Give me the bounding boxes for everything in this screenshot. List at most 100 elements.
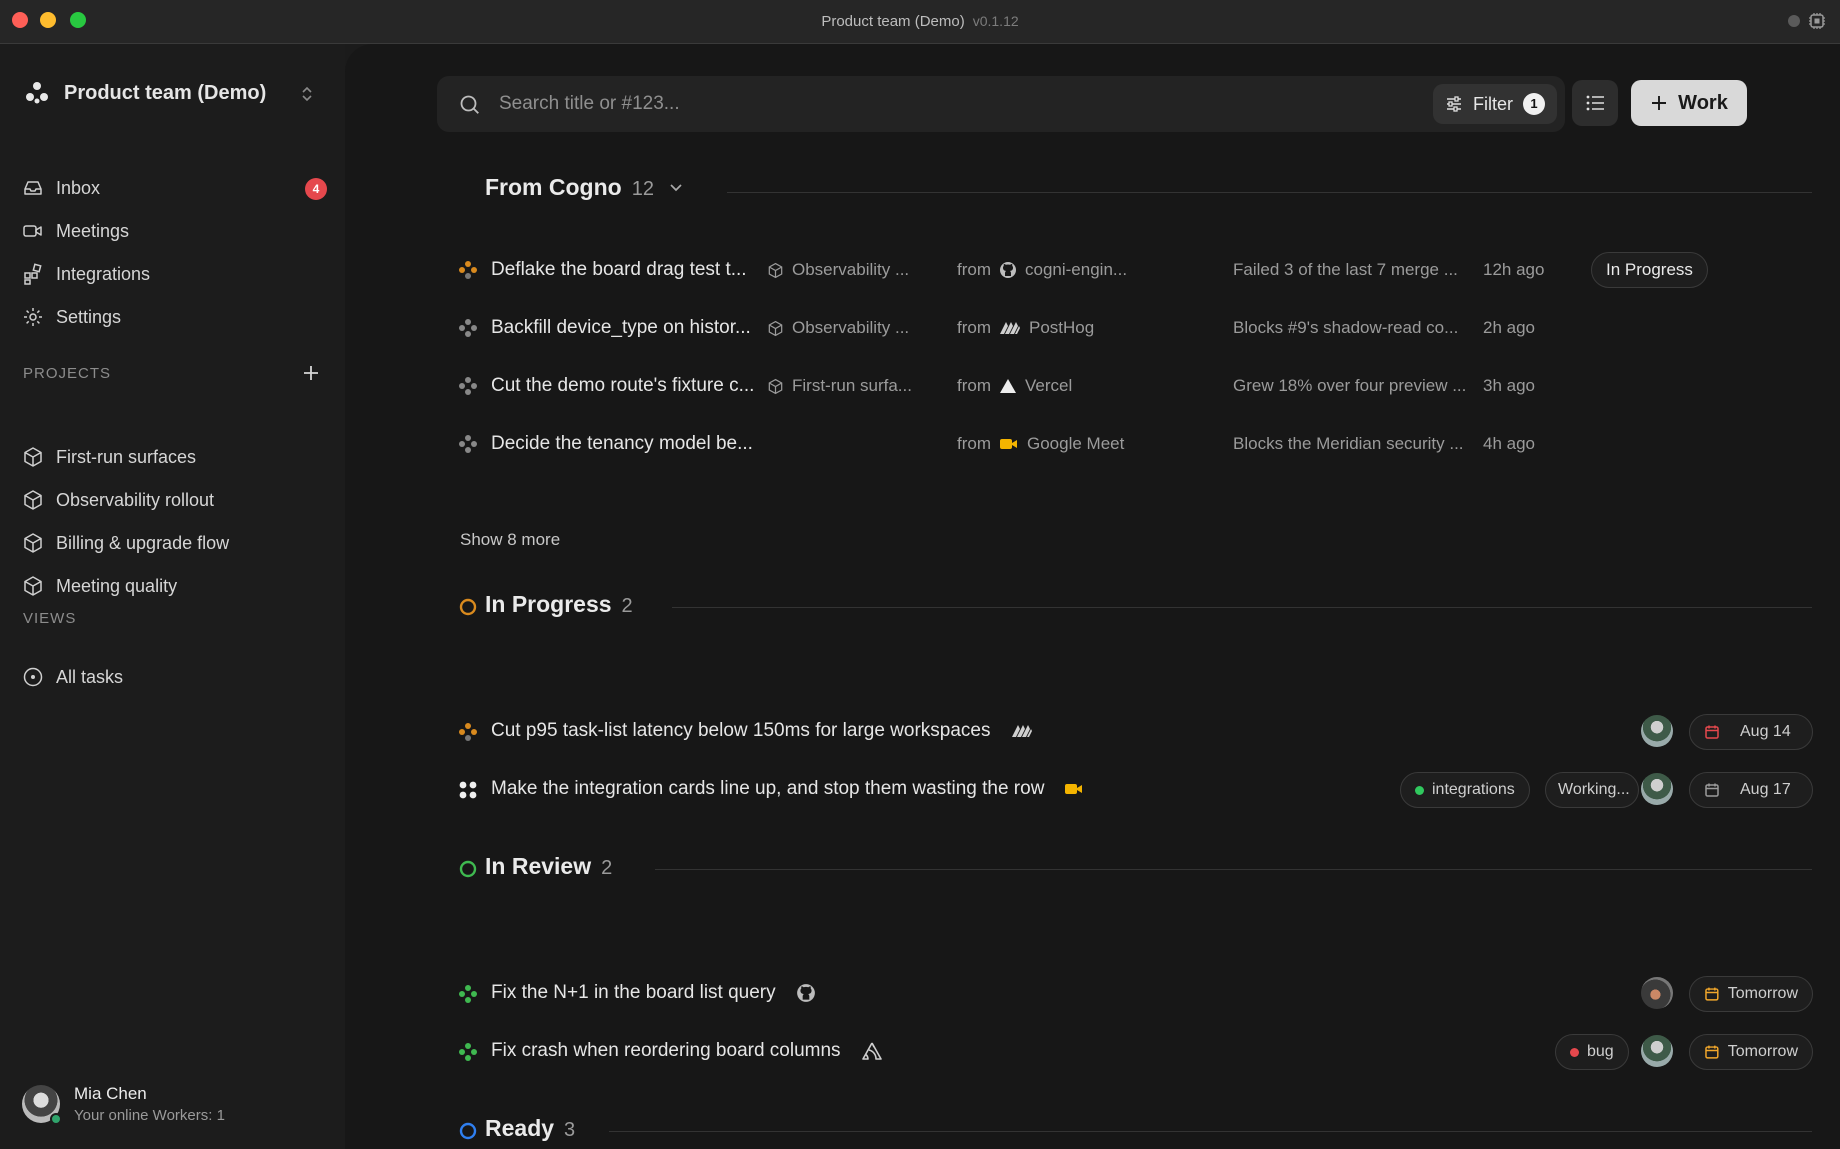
task-row[interactable]: Backfill device_type on histor... Observ… [437,304,1812,350]
task-source: from PostHog [957,318,1094,338]
agent-status: Working... [1558,781,1630,798]
task-project[interactable]: First-run surfa... [767,376,912,396]
sidebar-item-label: All tasks [56,666,124,687]
due-date-pill[interactable]: Tomorrow [1689,976,1813,1012]
show-more-button[interactable]: Show 8 more [460,530,560,550]
group-header-ready[interactable]: Ready 3 [437,1115,1812,1147]
task-row[interactable]: Cut the demo route's fixture c... First-… [437,362,1812,408]
assignee-avatar[interactable] [1641,715,1673,747]
task-note: Failed 3 of the last 7 merge ... [1233,260,1458,279]
group-divider [609,1131,1812,1132]
cogno-task-icon [459,435,477,453]
group-header-in-review[interactable]: In Review 2 [437,853,1812,885]
group-count: 2 [601,857,613,879]
view-toggle-button[interactable] [1572,80,1618,126]
calendar-icon [1705,987,1719,1001]
user-profile[interactable]: Mia Chen Your online Workers: 1 [22,1084,225,1125]
sidebar-item-inbox[interactable]: Inbox 4 [22,169,327,207]
task-title: Decide the tenancy model be... [491,433,753,454]
sidebar-item-label: Meeting quality [56,575,178,596]
from-label: from [957,434,991,453]
task-row[interactable]: Make the integration cards line up, and … [437,766,1813,812]
sidebar-item-all-tasks[interactable]: All tasks [22,658,327,696]
sidebar-item-label: Billing & upgrade flow [56,532,230,553]
filter-button[interactable]: Filter 1 [1433,84,1557,124]
group-count: 2 [621,595,633,617]
sidebar-item-label: Inbox [56,177,101,198]
group-title: From Cogno 12 [485,174,684,201]
window-title: Product team (Demo) v0.1.12 [0,13,1840,30]
status-badge[interactable]: In Progress [1591,252,1708,288]
task-title-wrap: Fix crash when reordering board columns [491,1040,883,1062]
posthog-icon [1000,322,1020,334]
assignee-avatar[interactable] [1641,977,1673,1009]
task-title: Fix the N+1 in the board list query [491,982,776,1003]
group-header-in-progress[interactable]: In Progress 2 [437,591,1812,623]
box-icon [24,490,42,510]
box-icon [768,378,783,394]
assignee-avatar[interactable] [1641,773,1673,805]
task-title: Make the integration cards line up, and … [491,778,1045,799]
add-project-icon[interactable] [302,364,320,382]
views-heading: VIEWS [23,610,77,627]
user-name: Mia Chen [74,1084,147,1103]
sidebar-item-project[interactable]: Billing & upgrade flow [22,524,327,562]
due-date: Aug 14 [1740,723,1791,740]
sidebar-item-label: First-run surfaces [56,446,197,467]
task-source: from Google Meet [957,434,1124,454]
window-title-text: Product team (Demo) [821,13,965,30]
task-row[interactable]: Cut p95 task-list latency below 150ms fo… [437,708,1813,754]
assignee-avatar[interactable] [1641,1035,1673,1067]
from-label: from [957,376,991,395]
sidebar-item-settings[interactable]: Settings [22,298,327,336]
task-row[interactable]: Decide the tenancy model be... from Googl… [437,420,1812,466]
box-icon [24,447,42,467]
agent-status-pill[interactable]: Working... [1545,772,1639,808]
label-color-dot [1570,1047,1579,1057]
task-project[interactable]: Observability ... [767,318,909,338]
new-work-button[interactable]: Work [1631,80,1747,126]
from-label: from [957,318,991,337]
chevron-down-icon[interactable] [668,179,684,195]
cogno-task-icon [459,377,477,395]
github-icon [1000,262,1016,278]
main-panel: Filter 1 Work From Cogno12 Deflake the b… [345,44,1840,1149]
label-pill[interactable]: bug [1555,1034,1629,1070]
task-project[interactable]: Observability ... [767,260,909,280]
task-row[interactable]: Fix crash when reordering board columns … [437,1028,1813,1074]
window-titlebar: Product team (Demo) v0.1.12 [0,0,1840,44]
app-version: v0.1.12 [972,13,1019,29]
task-project-label: First-run surfa... [792,376,912,395]
sidebar-item-integrations[interactable]: Integrations [22,255,327,293]
task-row[interactable]: Fix the N+1 in the board list query Tomo… [437,970,1813,1016]
list-icon [1586,95,1604,111]
workspace-switcher[interactable]: Product team (Demo) [24,80,266,106]
task-row[interactable]: Deflake the board drag test t... Observa… [437,246,1812,292]
group-count: 12 [631,178,654,200]
search-bar: Filter 1 [437,76,1565,132]
task-title-wrap: Cut p95 task-list latency below 150ms fo… [491,720,1033,742]
chip-icon[interactable] [1808,12,1826,30]
projects-heading: PROJECTS [23,365,112,382]
cogno-task-icon [459,261,477,279]
search-icon [460,95,479,114]
task-source: from Vercel [957,376,1072,396]
due-date-pill[interactable]: Tomorrow [1689,1034,1813,1070]
task-title: Cut the demo route's fixture c... [491,375,755,396]
chevron-updown-icon[interactable] [300,84,314,104]
search-input[interactable] [499,90,1199,118]
sidebar-item-project[interactable]: Meeting quality [22,567,327,605]
due-date-pill[interactable]: Aug 14 [1689,714,1813,750]
source-name: PostHog [1029,318,1095,337]
due-date-pill[interactable]: Aug 17 [1689,772,1813,808]
new-work-label: Work [1678,91,1728,114]
label-color-dot [1415,785,1424,795]
box-icon [768,262,783,278]
from-label: from [957,260,991,279]
group-header-cogno[interactable]: From Cogno 12 [437,174,1812,206]
task-note: Blocks the Meridian security ... [1233,434,1464,453]
sidebar-item-project[interactable]: First-run surfaces [22,438,327,476]
sidebar-item-project[interactable]: Observability rollout [22,481,327,519]
label-pill[interactable]: integrations [1400,772,1530,808]
sidebar-item-meetings[interactable]: Meetings [22,212,327,250]
